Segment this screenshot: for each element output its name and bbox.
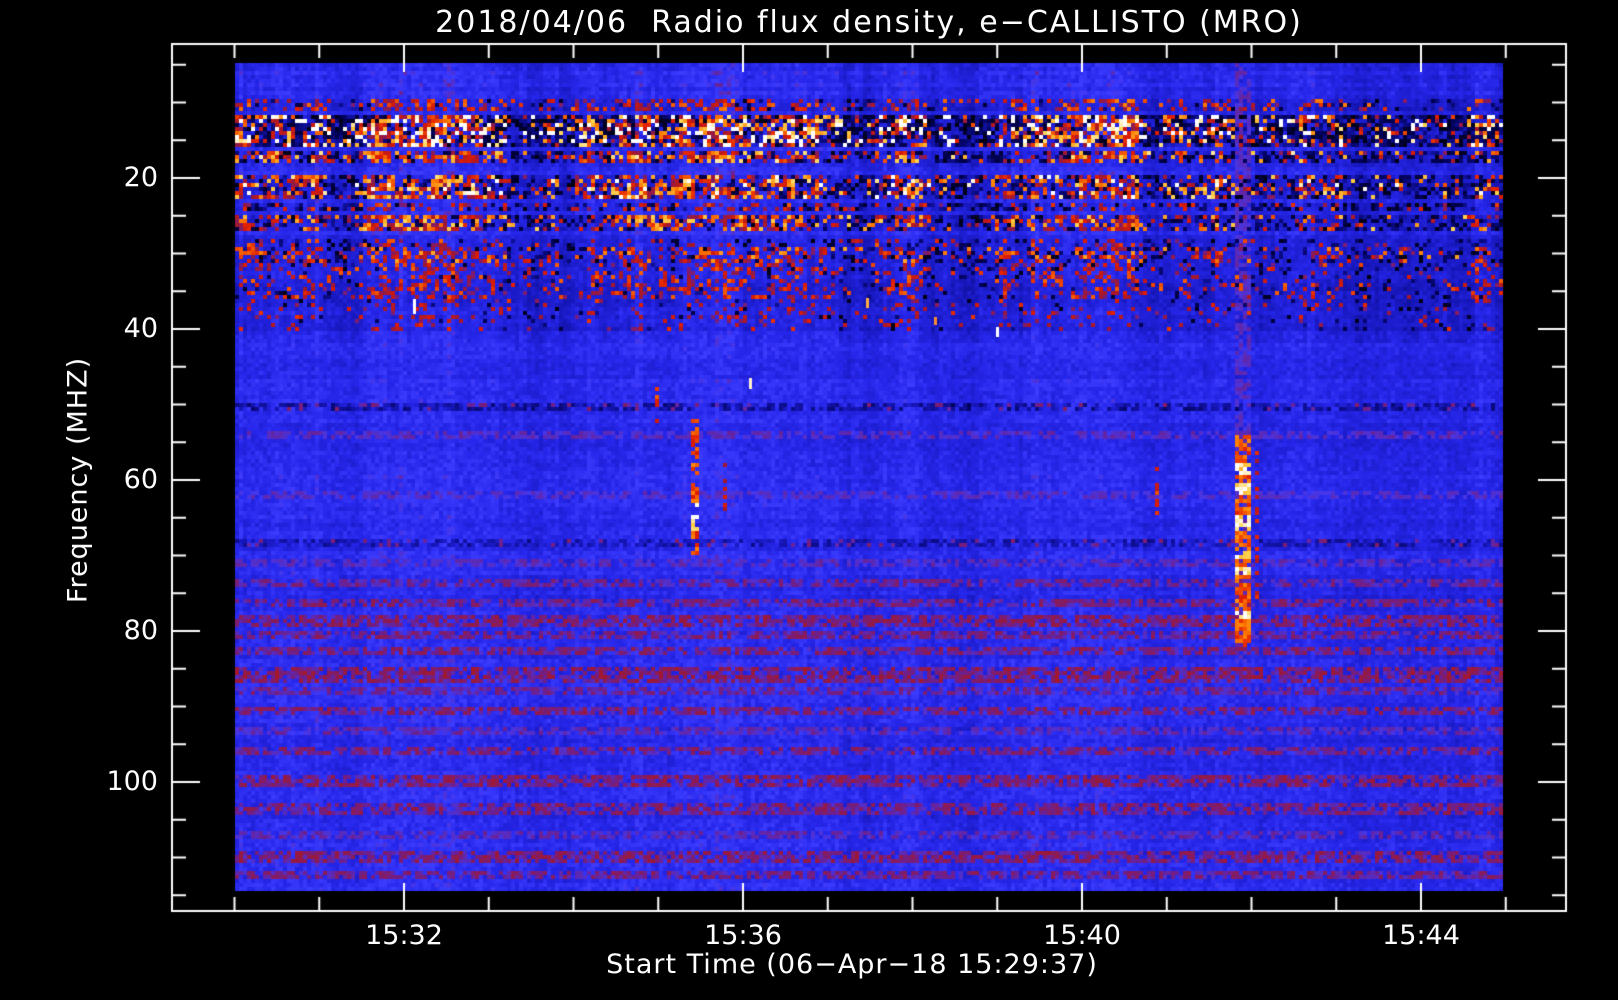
spectrogram-canvas xyxy=(0,0,1618,1000)
x-tick-label: 15:44 xyxy=(1382,920,1460,951)
x-axis-label: Start Time (06−Apr−18 15:29:37) xyxy=(606,949,1098,980)
y-tick-label: 80 xyxy=(123,615,158,646)
y-tick-label: 100 xyxy=(106,766,158,797)
y-tick-label: 60 xyxy=(123,464,158,495)
x-tick-label: 15:40 xyxy=(1043,920,1121,951)
y-tick-label: 40 xyxy=(123,313,158,344)
y-tick-label: 20 xyxy=(123,162,158,193)
x-tick-label: 15:36 xyxy=(704,920,782,951)
chart-title: 2018/04/06 Radio flux density, e−CALLIST… xyxy=(435,5,1303,40)
x-tick-label: 15:32 xyxy=(365,920,443,951)
spectrogram-view: 2018/04/06 Radio flux density, e−CALLIST… xyxy=(0,0,1618,1000)
